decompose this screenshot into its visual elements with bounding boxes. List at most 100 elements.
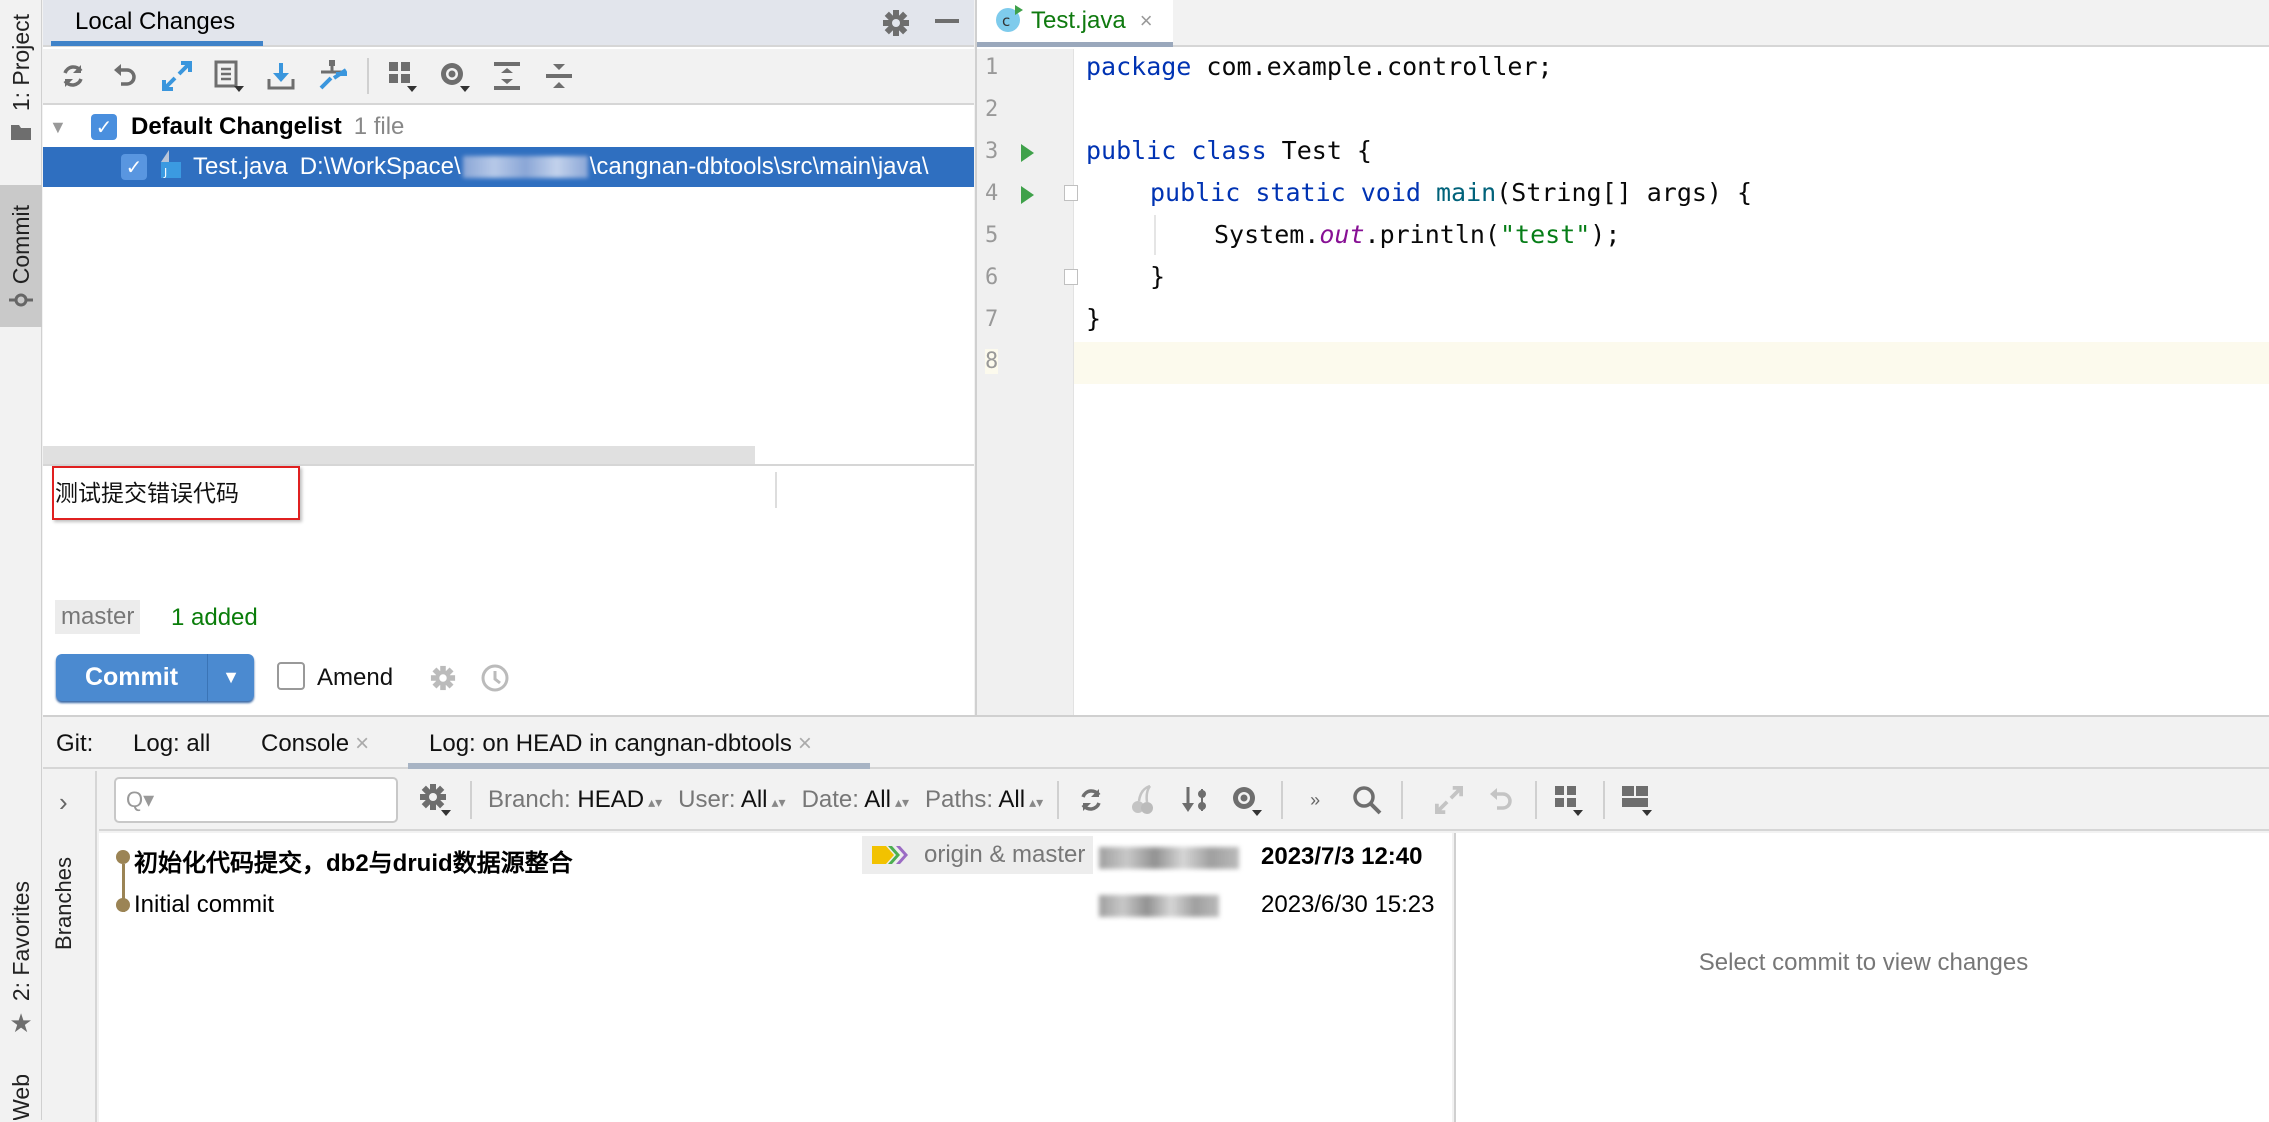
- tab-log-head[interactable]: Log: on HEAD in cangnan-dbtools ×: [429, 730, 812, 758]
- log-search-input[interactable]: Q▾: [114, 777, 398, 823]
- commit-message-area[interactable]: 测试提交错误代码: [43, 464, 974, 594]
- commit-row[interactable]: 初始化代码提交，db2与druid数据源整合 origin & master 2…: [99, 833, 1452, 879]
- code-line-1[interactable]: package com.example.controller;: [1086, 52, 1553, 81]
- changed-file-row[interactable]: ✓ J Test.java D:\WorkSpace\ \cangnan-dbt…: [43, 147, 974, 187]
- intellisort-icon[interactable]: [1175, 780, 1215, 820]
- branch-tag-icon: [872, 846, 908, 864]
- commit-subject: Initial commit: [134, 891, 275, 918]
- shelve-changes-icon[interactable]: [315, 58, 351, 94]
- tab-console[interactable]: Console ×: [261, 730, 369, 758]
- gear-icon[interactable]: [879, 6, 913, 40]
- code-line-3[interactable]: public class Test {: [1086, 136, 1372, 165]
- code-line-5[interactable]: System.out.println("test");: [1214, 220, 1620, 249]
- local-changes-toolbar: [43, 49, 974, 105]
- commit-tool-tab[interactable]: Commit: [0, 185, 42, 327]
- fold-marker-icon[interactable]: [1064, 269, 1078, 285]
- indent-guide: [1154, 215, 1156, 255]
- more-actions-icon[interactable]: »: [1295, 780, 1335, 820]
- local-changes-header: Local Changes: [43, 0, 974, 47]
- close-tab-icon[interactable]: ×: [798, 730, 812, 757]
- settings-gear-icon[interactable]: [416, 780, 456, 820]
- paths-filter[interactable]: Paths: All ▴▾: [925, 786, 1043, 814]
- changelist-count: 1 file: [353, 113, 405, 140]
- log-toolbar: Q▾ Branch: HEAD ▴▾ User: All ▴▾ Date: All ▴…: [99, 771, 2269, 831]
- rollback-icon[interactable]: [107, 58, 143, 94]
- cherry-pick-icon[interactable]: [1123, 780, 1163, 820]
- tab-log-all[interactable]: Log: all: [133, 730, 210, 758]
- code-line-4[interactable]: public static void main(String[] args) {: [1150, 178, 1752, 207]
- update-download-icon[interactable]: [263, 58, 299, 94]
- editor-gutter: 1 2 3 4 5 6 7 8: [977, 49, 1078, 715]
- line-number: 2: [985, 97, 999, 122]
- svg-text:c: c: [1002, 12, 1010, 30]
- git-label: Git:: [56, 730, 94, 757]
- run-main-icon[interactable]: [1021, 186, 1034, 204]
- line-number: 4: [985, 181, 999, 206]
- left-tool-stripe: 1: Project Commit 2: Favorites ★ Web: [0, 0, 42, 1120]
- close-tab-icon[interactable]: ×: [1140, 8, 1153, 34]
- star-icon: ★: [9, 1007, 33, 1038]
- changelist-name: Default Changelist: [131, 113, 342, 140]
- java-file-icon: J: [159, 149, 183, 185]
- toolbar-separator: [470, 781, 472, 819]
- chevron-right-icon[interactable]: ›: [59, 787, 68, 818]
- project-tool-tab[interactable]: 1: Project: [0, 8, 42, 118]
- fold-marker-icon[interactable]: [1064, 185, 1078, 201]
- date-filter[interactable]: Date: All ▴▾: [802, 786, 909, 814]
- view-options-eye-icon[interactable]: [1227, 780, 1267, 820]
- horizontal-scrollbar[interactable]: [43, 446, 755, 464]
- show-diff-icon[interactable]: [159, 58, 195, 94]
- commit-log-list: 初始化代码提交，db2与druid数据源整合 origin & master 2…: [99, 833, 1452, 1122]
- commit-button-label[interactable]: Commit: [56, 654, 208, 701]
- favorites-tool-tab[interactable]: 2: Favorites ★: [0, 880, 42, 1040]
- view-options-eye-icon[interactable]: [437, 58, 473, 94]
- minimize-icon[interactable]: [935, 19, 959, 23]
- line-number: 6: [985, 265, 999, 290]
- commit-options-dropdown[interactable]: ▼: [208, 654, 254, 701]
- branch-chip[interactable]: master: [55, 600, 141, 634]
- code-line-7[interactable]: }: [1086, 304, 1101, 333]
- commit-date: 2023/6/30 15:23: [1261, 891, 1435, 918]
- file-path-suffix: \cangnan-dbtools\src\main\java\: [589, 153, 929, 180]
- run-class-icon[interactable]: [1021, 144, 1034, 162]
- commit-history-clock-icon[interactable]: [479, 662, 511, 694]
- refresh-icon[interactable]: [55, 58, 91, 94]
- user-filter[interactable]: User: All ▴▾: [678, 786, 785, 814]
- commit-graph-node: [116, 898, 130, 912]
- file-checkbox[interactable]: ✓: [121, 154, 147, 180]
- code-line-6[interactable]: }: [1150, 262, 1165, 291]
- changelist-icon[interactable]: [211, 58, 247, 94]
- commit-options-gear-icon[interactable]: [429, 664, 457, 692]
- file-name: Test.java: [193, 153, 288, 180]
- group-by-icon[interactable]: [1549, 780, 1589, 820]
- search-icon[interactable]: [1347, 780, 1387, 820]
- commit-button[interactable]: Commit ▼: [56, 654, 254, 701]
- show-diff-disabled-icon[interactable]: [1429, 780, 1469, 820]
- toolbar-separator: [1401, 781, 1404, 819]
- search-icon: Q▾: [126, 787, 155, 812]
- changelist-checkbox[interactable]: ✓: [91, 114, 117, 140]
- branches-panel-toggle[interactable]: › Branches: [43, 771, 97, 1122]
- toolbar-separator: [1535, 781, 1538, 819]
- collapse-all-icon[interactable]: [541, 58, 577, 94]
- toolbar-separator: [1603, 781, 1606, 819]
- changelist-row[interactable]: ▼ ✓ Default Changelist 1 file: [43, 107, 974, 147]
- commit-row[interactable]: Initial commit 2023/6/30 15:23: [99, 881, 1452, 927]
- toolbar-separator: [367, 58, 369, 94]
- svg-text:J: J: [163, 166, 167, 178]
- expand-all-icon[interactable]: [489, 58, 525, 94]
- group-by-icon[interactable]: [385, 58, 421, 94]
- commit-message-text[interactable]: 测试提交错误代码: [55, 474, 239, 508]
- amend-checkbox[interactable]: [277, 662, 305, 690]
- layout-options-icon[interactable]: [1617, 780, 1657, 820]
- web-tool-tab[interactable]: Web: [0, 1075, 42, 1120]
- branch-filter[interactable]: Branch: HEAD ▴▾: [488, 786, 662, 814]
- revert-disabled-icon[interactable]: [1481, 780, 1521, 820]
- line-number: 3: [985, 139, 999, 164]
- local-changes-panel: Local Changes ▼ ✓ Default Changelist 1 f…: [43, 0, 974, 715]
- refresh-icon[interactable]: [1071, 780, 1111, 820]
- close-tab-icon[interactable]: ×: [355, 730, 369, 757]
- editor-tab-test-java[interactable]: c Test.java ×: [977, 0, 1173, 47]
- local-changes-tab[interactable]: Local Changes: [75, 8, 235, 36]
- tree-expand-arrow-icon[interactable]: ▼: [49, 117, 79, 138]
